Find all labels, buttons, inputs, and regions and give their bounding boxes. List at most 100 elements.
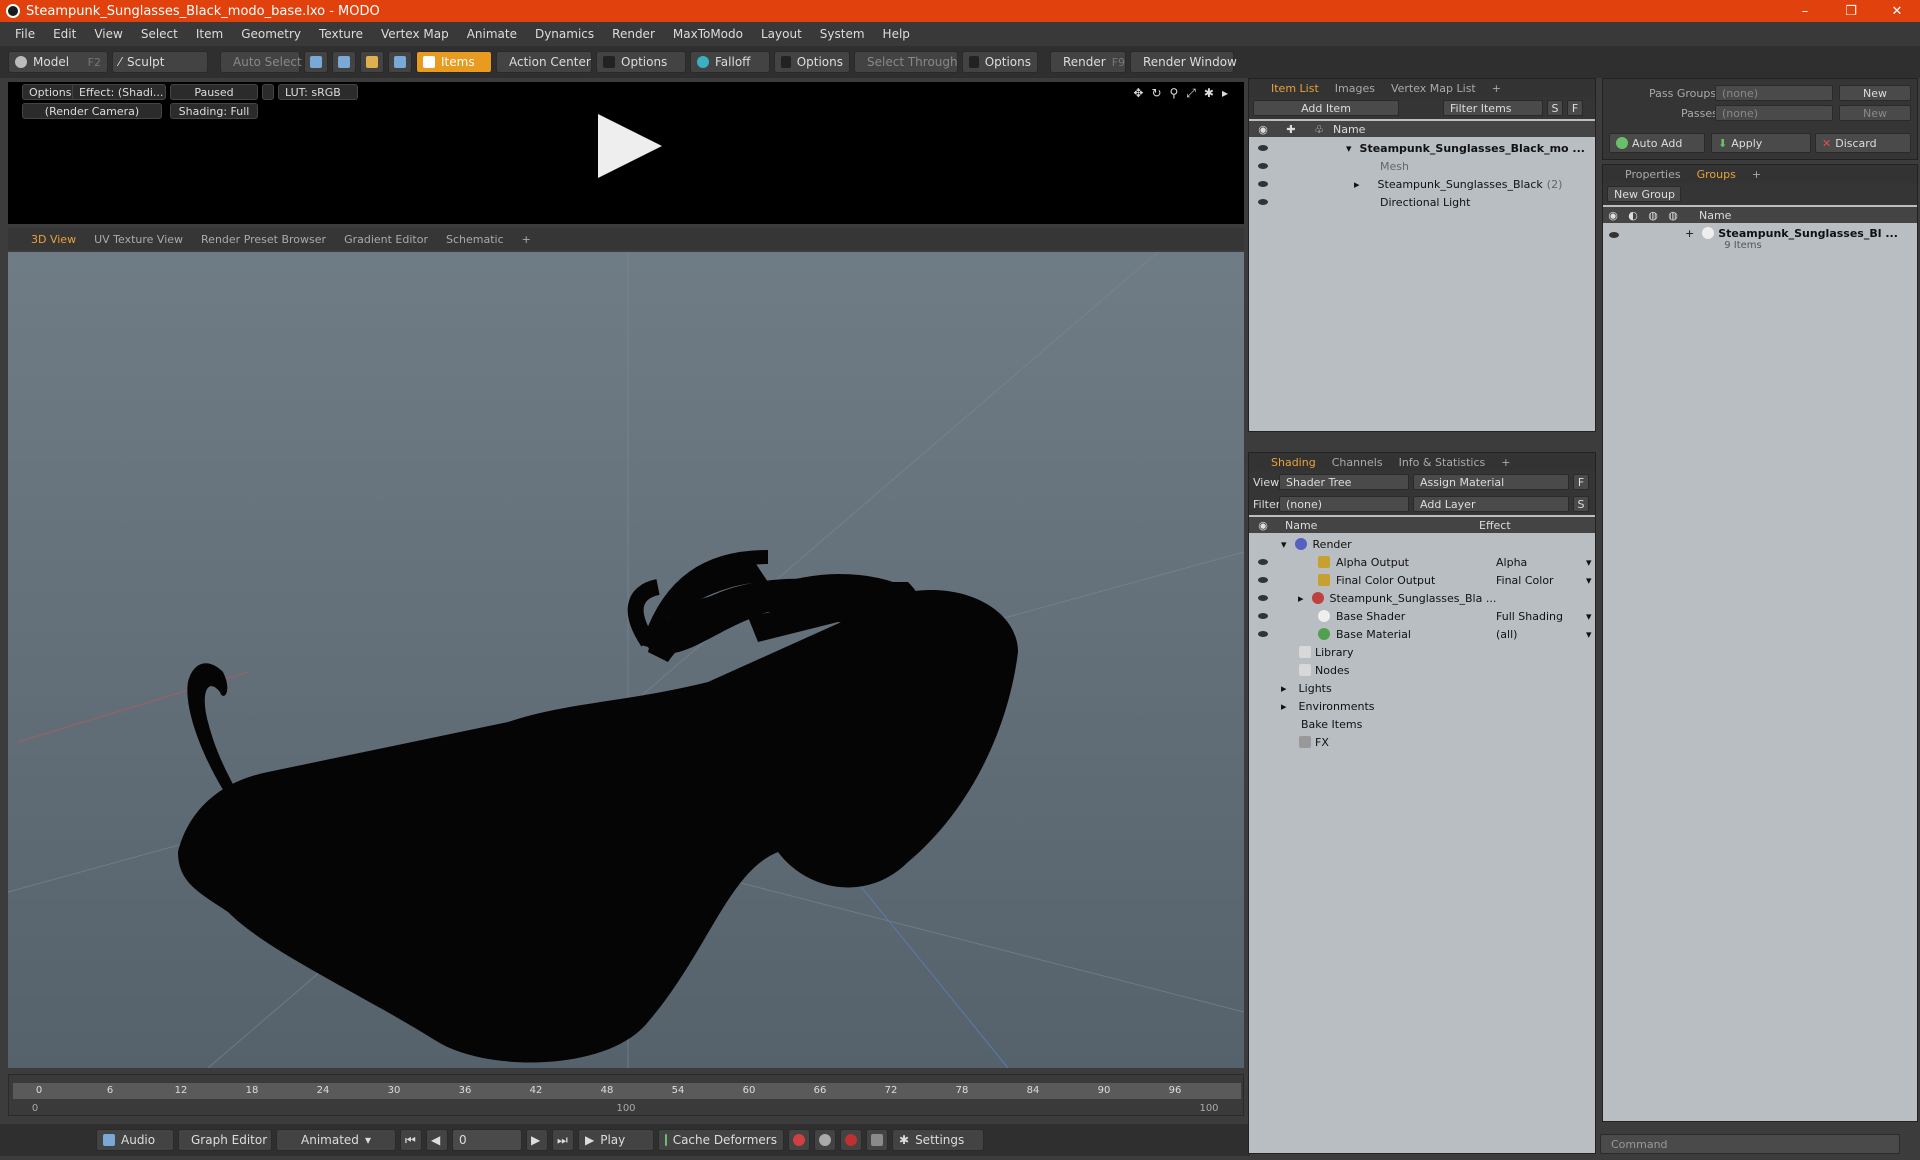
maximize-icon[interactable]: ⤢: [1186, 86, 1196, 101]
frame-field[interactable]: 0: [452, 1129, 522, 1151]
prev-key-button[interactable]: ◀: [426, 1129, 448, 1151]
eye-icon[interactable]: [1258, 559, 1268, 565]
expand-icon[interactable]: +: [1685, 227, 1694, 240]
falloff-button[interactable]: Falloff: [690, 51, 770, 73]
shading-f-button[interactable]: F: [1573, 474, 1589, 490]
shader-tree-row[interactable]: Final Color Output Final Color ▾: [1249, 571, 1595, 589]
assign-material-dropdown[interactable]: Assign Material: [1413, 474, 1569, 490]
polygons-mode-button[interactable]: [360, 51, 384, 73]
menu-vertex-map[interactable]: Vertex Map: [372, 27, 458, 41]
add-tab-button[interactable]: +: [1744, 168, 1769, 181]
command-input[interactable]: Command: [1600, 1134, 1900, 1154]
play-button[interactable]: ▶ Play: [578, 1129, 654, 1151]
settings-button[interactable]: ✱ Settings: [892, 1129, 984, 1151]
new-group-button[interactable]: New Group: [1607, 186, 1681, 202]
item-f-button[interactable]: F: [1567, 100, 1583, 116]
animated-dropdown[interactable]: Animated ▾: [276, 1129, 396, 1151]
next-key-button[interactable]: ▶: [526, 1129, 548, 1151]
chevron-down-icon[interactable]: ▾: [1586, 556, 1592, 569]
shader-tree-row[interactable]: Alpha Output Alpha ▾: [1249, 553, 1595, 571]
eye-icon[interactable]: [1258, 631, 1268, 637]
expand-icon[interactable]: ▾: [1346, 142, 1352, 155]
shader-tree-row[interactable]: Base Material (all) ▾: [1249, 625, 1595, 643]
list-item[interactable]: ▾ Steampunk_Sunglasses_Black_mo ...: [1249, 139, 1595, 157]
materials-mode-button[interactable]: [388, 51, 412, 73]
model-mode-button[interactable]: Model F2: [8, 51, 108, 73]
passes-dropdown[interactable]: (none): [1715, 105, 1833, 121]
eye-icon[interactable]: [1258, 595, 1268, 601]
timeline[interactable]: 0 6 12 18 24 30 36 42 48 54 60 66 72 78 …: [8, 1074, 1244, 1116]
shader-tree-row[interactable]: ▸ Steampunk_Sunglasses_Bla ...: [1249, 589, 1595, 607]
expand-icon[interactable]: ▸: [1354, 178, 1360, 191]
menu-item[interactable]: Item: [187, 27, 232, 41]
render-preview[interactable]: Options Effect: (Shadi... Paused LUT: sR…: [8, 82, 1244, 224]
preview-options-button[interactable]: Options: [22, 84, 79, 100]
shader-tree-row[interactable]: Nodes: [1249, 661, 1595, 679]
add-tab-button[interactable]: +: [1493, 456, 1518, 469]
timeline-track[interactable]: [13, 1083, 1241, 1099]
menu-file[interactable]: File: [6, 27, 44, 41]
select-through-options-button[interactable]: Options: [962, 51, 1038, 73]
record-button[interactable]: [840, 1129, 862, 1151]
tab-properties[interactable]: Properties: [1617, 168, 1689, 181]
key-tool-button[interactable]: [788, 1129, 810, 1151]
zoom-icon[interactable]: ⚲: [1170, 86, 1179, 101]
render-camera-dropdown[interactable]: (Render Camera): [22, 103, 162, 119]
key-options-button[interactable]: [866, 1129, 888, 1151]
chevron-down-icon[interactable]: ▾: [1586, 628, 1592, 641]
tab-info-statistics[interactable]: Info & Statistics: [1391, 456, 1494, 469]
shader-tree-row[interactable]: Base Shader Full Shading ▾: [1249, 607, 1595, 625]
cache-deformers-button[interactable]: Cache Deformers: [658, 1129, 784, 1151]
menu-help[interactable]: Help: [874, 27, 919, 41]
auto-select-button[interactable]: Auto Select: [220, 51, 302, 73]
expand-icon[interactable]: ▾: [1281, 538, 1287, 551]
go-start-button[interactable]: ⏮: [400, 1129, 422, 1151]
move-icon[interactable]: ✥: [1133, 86, 1143, 101]
select-through-button[interactable]: Select Through: [854, 51, 958, 73]
add-layer-dropdown[interactable]: Add Layer: [1413, 496, 1569, 512]
add-item-dropdown[interactable]: Add Item: [1253, 100, 1399, 116]
vertices-mode-button[interactable]: [304, 51, 328, 73]
tab-schematic[interactable]: Schematic: [437, 233, 513, 246]
tab-channels[interactable]: Channels: [1324, 456, 1391, 469]
filter-dropdown[interactable]: (none): [1279, 496, 1409, 512]
eye-icon[interactable]: [1258, 181, 1268, 187]
chevron-down-icon[interactable]: ▾: [1586, 574, 1592, 587]
shading-dropdown[interactable]: Shading: Full: [170, 103, 258, 119]
menu-select[interactable]: Select: [132, 27, 187, 41]
lut-dropdown[interactable]: LUT: sRGB: [278, 84, 358, 100]
menu-animate[interactable]: Animate: [458, 27, 526, 41]
tab-gradient-editor[interactable]: Gradient Editor: [335, 233, 437, 246]
action-center-button[interactable]: Action Center: [496, 51, 592, 73]
audio-button[interactable]: Audio: [96, 1129, 174, 1151]
menu-geometry[interactable]: Geometry: [232, 27, 310, 41]
arrow-right-icon[interactable]: ▸: [1222, 86, 1228, 101]
rotate-icon[interactable]: ↻: [1151, 86, 1161, 101]
apply-button[interactable]: ⬇ Apply: [1711, 133, 1811, 153]
falloff-options-button[interactable]: Options: [774, 51, 850, 73]
new-pass-group-button[interactable]: New: [1839, 85, 1911, 101]
pass-groups-dropdown[interactable]: (none): [1715, 85, 1833, 101]
tab-vertex-map-list[interactable]: Vertex Map List: [1383, 82, 1484, 95]
tab-groups[interactable]: Groups: [1689, 168, 1744, 181]
gear-icon[interactable]: ✱: [1204, 86, 1214, 101]
auto-key-button[interactable]: [814, 1129, 836, 1151]
list-item[interactable]: Directional Light: [1249, 193, 1595, 211]
action-center-options-button[interactable]: Options: [596, 51, 686, 73]
tab-shading[interactable]: Shading: [1263, 456, 1324, 469]
add-tab-button[interactable]: +: [513, 233, 540, 246]
go-end-button[interactable]: ⏭: [552, 1129, 574, 1151]
play-icon[interactable]: [598, 114, 662, 178]
menu-maxtomodo[interactable]: MaxToModo: [664, 27, 752, 41]
shader-tree-row[interactable]: Library: [1249, 643, 1595, 661]
items-mode-button[interactable]: Items: [416, 51, 492, 73]
tab-render-preset-browser[interactable]: Render Preset Browser: [192, 233, 335, 246]
sculpt-mode-button[interactable]: ⁄ Sculpt: [112, 51, 208, 73]
auto-add-button[interactable]: Auto Add: [1609, 133, 1705, 153]
render-window-button[interactable]: Render Window: [1130, 51, 1237, 73]
add-tab-button[interactable]: +: [1484, 82, 1509, 95]
render-button[interactable]: Render F9: [1050, 51, 1126, 73]
new-pass-button[interactable]: New: [1839, 105, 1911, 121]
group-row[interactable]: + Steampunk_Sunglasses_Bl ... 9 Items: [1603, 225, 1917, 259]
item-s-button[interactable]: S: [1547, 100, 1563, 116]
